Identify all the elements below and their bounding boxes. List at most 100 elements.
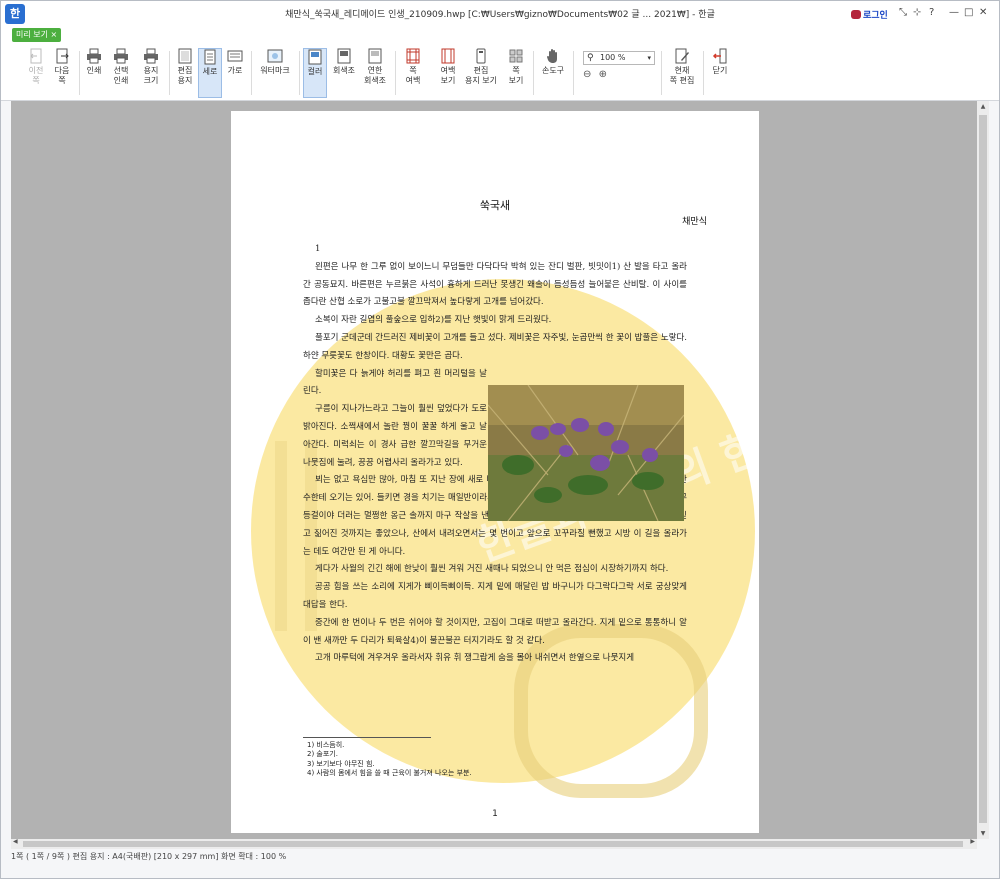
grayscale-button[interactable]: 회색조 [331,48,357,76]
edit-paper-view-button[interactable]: 편집 용지 보기 [463,48,499,86]
scroll-down-icon[interactable]: ▼ [977,830,989,837]
document-page: 한글과 함께의 한글 2020 실습 쑥국새 채만식 1 왼편은 나무 한 그루… [231,111,759,833]
margin-view-label: 여백 보기 [440,66,456,85]
chevron-down-icon: ▾ [647,54,651,62]
title-bar: 한 채만식_쑥국새_레디메이드 인생_210909.hwp [C:₩Users₩… [1,1,999,27]
user-icon [851,10,861,19]
light-grayscale-button[interactable]: 연한 회색조 [361,48,389,86]
paper-size-button[interactable]: 용지 크기 [139,48,163,86]
current-page-edit-label: 현재 쪽 편집 [669,66,695,85]
toolbar-separator [661,51,662,95]
color-button[interactable]: 컬러 [303,48,327,98]
print-button[interactable]: 인쇄 [83,48,105,76]
portrait-icon [204,49,216,65]
paragraph: 구름이 지나가느라고 그늘이 훨씬 덮었다가 도로 밝아진다. 소쩍새에서 놀란… [303,404,487,468]
tab-row: 미리 보기 × [1,27,999,43]
scroll-up-icon[interactable]: ▲ [977,103,989,110]
zoom-select[interactable]: 100 % ▾ ⚲ [583,51,655,65]
close-preview-button[interactable]: 닫기 [709,48,731,76]
scroll-left-icon[interactable]: ◀ [13,838,18,845]
toolbar-separator [169,51,170,95]
scroll-right-icon[interactable]: ▶ [970,838,975,845]
maximize-button[interactable]: □ [964,7,973,18]
hand-tool-label: 손도구 [541,66,565,75]
minimize-button[interactable]: — [949,7,959,18]
watermark-button[interactable]: 워터마크 [257,48,293,76]
footnotes: 1) 비스듬히. 2) 술포기. 3) 보기보다 야무진 힘. 4) 사람의 몸… [307,741,472,779]
zoom-buttons: ⊖ ⊕ [583,69,607,80]
select-print-button[interactable]: 선택 인쇄 [109,48,133,86]
margin-label: 쪽 여백 [405,66,421,85]
next-page-label: 다음 쪽 [54,66,70,85]
tab-preview-label: 미리 보기 [16,30,48,39]
printer-icon [87,48,101,64]
paper-size-label: 용지 크기 [143,66,159,85]
next-page-button[interactable]: 다음 쪽 [51,48,73,86]
page-view-icon [509,49,523,63]
paragraph: 할미꽃은 다 늙게야 허리를 펴고 흰 머리털을 날린다. [303,368,487,397]
hand-tool-button[interactable]: 손도구 [539,48,567,76]
prev-page-icon [30,48,42,64]
print-label: 인쇄 [86,66,102,75]
edit-paper-button[interactable]: 편집 용지 [174,48,196,86]
hangul-window: 한 채만식_쑥국새_레디메이드 인생_210909.hwp [C:₩Users₩… [0,0,1000,879]
fullscreen-icon[interactable]: ⤡ [899,7,907,18]
current-page-edit-button[interactable]: 현재 쪽 편집 [667,48,697,86]
status-bar: 1쪽 ( 1쪽 / 9쪽 ) 편집 용지 : A4(국배판) [210 x 29… [1,849,999,867]
margin-view-icon [441,48,455,64]
watermark-label: 워터마크 [260,66,290,75]
grayscale-label: 회색조 [332,66,356,75]
zoom-out-icon[interactable]: ⊖ [583,69,591,80]
paragraph: 고개 마루턱에 겨우겨우 올라서자 휘유 휘 쟁그랍게 숨을 몰아 내쉬면서 한… [315,653,635,664]
login-label: 로그인 [863,11,888,21]
edit-paper-view-icon [476,48,486,64]
toolbar-separator [251,51,252,95]
document-author: 채만식 [682,217,707,227]
portrait-button[interactable]: 세로 [198,48,222,98]
light-grayscale-label: 연한 회색조 [363,66,387,85]
paragraph: 중간에 한 번이나 두 번은 쉬어야 할 것이지만, 고집이 그대로 떠받고 올… [303,617,687,646]
window-title: 채만식_쑥국새_레디메이드 인생_210909.hwp [C:₩Users₩gi… [285,10,715,20]
paragraph: 공공 힘을 쓰는 소리에 지게가 삐이득삐이득. 지게 밑에 매달린 밥 바구니… [303,582,687,610]
toolbar-separator [703,51,704,95]
vertical-scrollbar[interactable]: ▲ ▼ [977,101,989,839]
watermark-icon [267,49,283,63]
tab-preview[interactable]: 미리 보기 × [12,28,62,42]
footnote: 2) 술포기. [307,750,338,759]
page-view-button[interactable]: 쪽 보기 [505,48,527,86]
select-print-icon [114,48,128,64]
landscape-icon [227,50,243,62]
paragraph: 게다가 사월의 긴긴 해에 한낮이 훨씬 겨워 거진 새때나 되었으니 안 먹은… [315,564,669,575]
document-title: 쑥국새 [479,199,511,212]
zoom-value: 100 % [600,53,626,62]
horizontal-scrollbar[interactable]: ◀ ▶ [11,838,977,849]
paper-size-icon [144,48,158,64]
landscape-button[interactable]: 가로 [225,48,245,76]
violet-flower-photo [488,385,684,521]
vertical-scroll-thumb[interactable] [979,115,987,823]
ribbon-toggle-icon[interactable]: ⊹ [913,7,921,18]
edit-paper-icon [178,48,192,64]
zoom-in-icon[interactable]: ⊕ [599,69,607,80]
login-button[interactable]: 로그인 [851,8,888,21]
close-window-button[interactable]: ✕ [979,7,987,18]
edit-page-icon [675,48,689,64]
margin-icon [406,48,420,64]
hand-icon [547,49,557,63]
horizontal-scroll-thumb[interactable] [23,841,963,847]
next-page-icon [56,48,69,64]
edit-paper-view-label: 편집 용지 보기 [465,66,497,85]
grayscale-icon [337,48,351,64]
toolbar-separator [299,51,300,95]
prev-page-button[interactable]: 이전 쪽 [25,48,47,86]
footnote: 3) 보기보다 야무진 힘. [307,759,375,768]
toolbar-separator [395,51,396,95]
help-icon[interactable]: ? [929,7,934,18]
footnote-separator [303,737,431,738]
color-icon [308,49,322,65]
paragraph: 왼편은 나무 한 그루 없이 보이느니 무덤들만 다닥다닥 박혀 있는 잔디 벌… [303,261,687,308]
tab-close-icon[interactable]: × [51,30,58,39]
margin-button[interactable]: 쪽 여백 [401,48,425,86]
margin-view-button[interactable]: 여백 보기 [437,48,459,86]
edit-paper-label: 편집 용지 [177,66,193,85]
